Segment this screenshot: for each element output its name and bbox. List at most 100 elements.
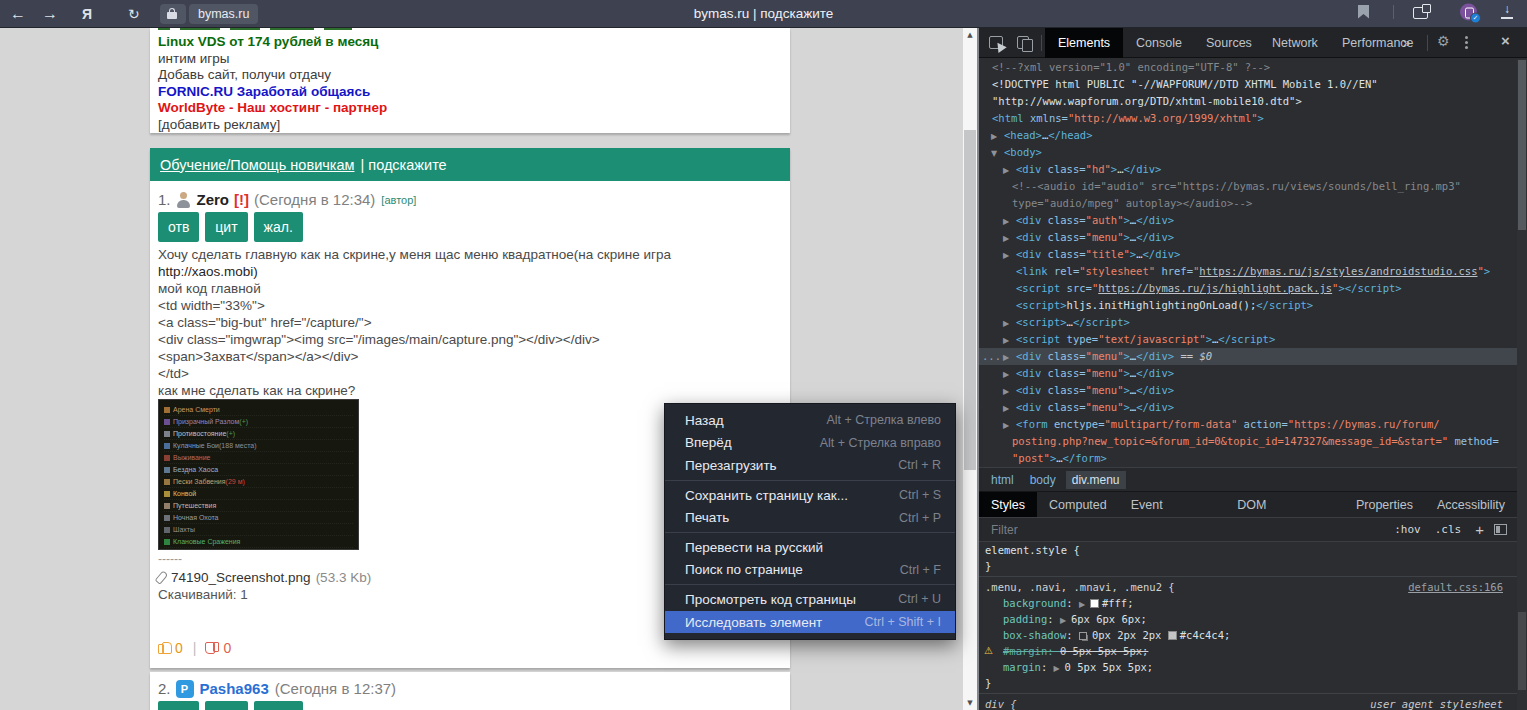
- devtools-menu-icon[interactable]: [1465, 35, 1468, 53]
- post-action-button[interactable]: цит: [205, 701, 247, 710]
- page-scrollbar[interactable]: ▲ ▼: [963, 28, 977, 710]
- style-rule-line[interactable]: div {user agent stylesheet: [979, 696, 1517, 710]
- topic-link[interactable]: Обучение/Помощь новичкам: [160, 157, 355, 173]
- device-toolbar-icon[interactable]: [1017, 35, 1029, 53]
- dom-tree-node[interactable]: <link rel="stylesheet" href="https://bym…: [979, 263, 1517, 280]
- post-action-button[interactable]: жал.: [254, 701, 303, 710]
- dom-tree-node[interactable]: <!--?xml version="1.0" encoding="UTF-8" …: [979, 59, 1517, 76]
- settings-gear-icon[interactable]: ⚙: [1437, 33, 1450, 49]
- post-action-button[interactable]: жал.: [254, 212, 303, 242]
- dom-tree-node[interactable]: "post">…</form>: [979, 450, 1517, 467]
- messenger-icon[interactable]: ✓: [1460, 3, 1477, 24]
- dom-tree-node[interactable]: ▶<div class="menu">…</div>: [979, 229, 1517, 246]
- ad-link[interactable]: Linux VDS от 174 рублей в месяц: [158, 34, 782, 51]
- breadcrumb-item[interactable]: html: [985, 471, 1020, 489]
- download-icon[interactable]: ↓: [1501, 5, 1513, 23]
- style-rule-line[interactable]: }: [979, 675, 1517, 691]
- dom-tree-node[interactable]: ▶<div class="hd">…</div>: [979, 161, 1517, 178]
- thumbs-down-icon[interactable]: [206, 642, 219, 654]
- context-menu-item[interactable]: Поиск по страницеCtrl + F: [665, 559, 955, 582]
- ad-link[interactable]: [добавить рекламу]: [158, 117, 782, 134]
- style-rule-line[interactable]: .menu, .navi, .mnavi, .menu2 {default.cs…: [979, 579, 1517, 595]
- devtools-tab-network[interactable]: Network: [1259, 28, 1331, 58]
- dom-tree-node[interactable]: <script>hljs.initHighlightingOnLoad();</…: [979, 297, 1517, 314]
- panel-tab-dom-breakpoints[interactable]: DOM Breakpoints: [1225, 492, 1344, 518]
- dom-tree-node[interactable]: ▶<div class="auth">…</div>: [979, 212, 1517, 229]
- dom-tree-node[interactable]: ...▶<div class="menu">…</div> == $0: [979, 348, 1517, 365]
- dom-tree-node[interactable]: <script src="https://bymas.ru/js/highlig…: [979, 280, 1517, 297]
- post-author[interactable]: Pasha963: [200, 680, 269, 698]
- context-menu-item[interactable]: Исследовать элементCtrl + Shift + I: [665, 611, 955, 634]
- user-avatar-icon[interactable]: P: [176, 680, 194, 698]
- style-rule-line[interactable]: element.style {: [979, 542, 1517, 558]
- post-author[interactable]: Zero: [197, 191, 230, 209]
- context-menu-item[interactable]: НазадAlt + Стрелка влево: [665, 409, 955, 432]
- context-menu-item[interactable]: ВперёдAlt + Стрелка вправо: [665, 432, 955, 455]
- bookmark-icon[interactable]: [1358, 5, 1369, 23]
- devtools-tab-elements[interactable]: Elements: [1045, 28, 1123, 58]
- style-rule-line[interactable]: ⚠#margin: 0 5px 5px 5px;: [979, 643, 1517, 659]
- breadcrumb-item[interactable]: body: [1024, 471, 1062, 489]
- breadcrumb-item[interactable]: div.menu: [1066, 471, 1126, 489]
- dom-tree-node[interactable]: ▶<div class="menu">…</div>: [979, 399, 1517, 416]
- dom-tree-node[interactable]: <!DOCTYPE html PUBLIC "-//WAPFORUM//DTD …: [979, 76, 1517, 93]
- game-menu-icon: [164, 491, 170, 497]
- hov-toggle[interactable]: :hov: [1394, 523, 1421, 536]
- post-action-button[interactable]: отв: [158, 701, 199, 710]
- context-menu-item[interactable]: Сохранить страницу как...Ctrl + S: [665, 484, 955, 507]
- user-avatar-icon[interactable]: [176, 192, 191, 208]
- devtools-tab-performance[interactable]: Performance: [1329, 28, 1427, 58]
- dom-tree-node[interactable]: ▶<div class="menu">…</div>: [979, 382, 1517, 399]
- dom-tree-node[interactable]: ▶<script type="text/javascript">…</scrip…: [979, 331, 1517, 348]
- context-menu-item[interactable]: Перевести на русский: [665, 536, 955, 559]
- dom-tree-node[interactable]: posting.php?new_topic=&forum_id=0&topic_…: [979, 433, 1517, 450]
- dom-tree-node[interactable]: <html xmlns="http://www.w3.org/1999/xhtm…: [979, 110, 1517, 127]
- collections-icon[interactable]: [1413, 5, 1428, 23]
- dom-tree-node[interactable]: ▶<script>…</script>: [979, 314, 1517, 331]
- context-menu-item[interactable]: ПерезагрузитьCtrl + R: [665, 454, 955, 477]
- scrollbar-thumb[interactable]: [964, 130, 976, 470]
- panel-tab-computed[interactable]: Computed: [1037, 492, 1119, 518]
- ad-link[interactable]: Добавь сайт, получи отдачу: [158, 67, 782, 84]
- inspect-element-icon[interactable]: [989, 35, 1003, 53]
- scroll-down-icon[interactable]: ▼: [963, 696, 977, 710]
- dom-tree-node[interactable]: ▼<body>: [979, 144, 1517, 161]
- ad-link[interactable]: интим игры: [158, 51, 782, 68]
- style-rule-line[interactable]: background: ▶#fff;: [979, 595, 1517, 611]
- scroll-up-icon[interactable]: ▲: [963, 28, 977, 42]
- panel-tab-event-listeners[interactable]: Event Listeners: [1119, 492, 1226, 518]
- dom-tree-node[interactable]: ▶<head>…</head>: [979, 127, 1517, 144]
- post-action-button[interactable]: цит: [205, 212, 247, 242]
- panel-tab-styles[interactable]: Styles: [979, 492, 1037, 518]
- context-menu-item[interactable]: Просмотреть код страницыCtrl + U: [665, 588, 955, 611]
- devtools-scrollbar[interactable]: [1517, 59, 1527, 710]
- style-rule-line[interactable]: margin: ▶0 5px 5px 5px;: [979, 659, 1517, 675]
- style-rule-line[interactable]: }: [979, 558, 1517, 574]
- panel-toggle-icon[interactable]: [1494, 524, 1507, 535]
- attachment-name[interactable]: 74190_Screenshot.png: [171, 569, 311, 586]
- attachment-size: (53.3 Kb): [316, 569, 372, 586]
- ad-link[interactable]: FORNIC.RU Заработай общаясь: [158, 84, 782, 101]
- style-rule-line[interactable]: padding: ▶6px 6px 6px;: [979, 611, 1517, 627]
- devtools-tab-console[interactable]: Console: [1123, 28, 1195, 58]
- new-style-rule-icon[interactable]: +: [1475, 521, 1484, 538]
- style-rule-line[interactable]: box-shadow: 0px 2px 2px #c4c4c4;: [979, 627, 1517, 643]
- attached-screenshot[interactable]: Арена СмертиПризрачный Разлом (+)Противо…: [158, 399, 359, 550]
- dom-tree-node[interactable]: ▶<div class="title">…</div>: [979, 246, 1517, 263]
- dom-tree-node[interactable]: ▶<div class="menu">…</div>: [979, 365, 1517, 382]
- devtools-tab-sources[interactable]: Sources: [1193, 28, 1265, 58]
- dom-tree-node[interactable]: <!--<audio id="audio" src="https://bymas…: [979, 178, 1517, 195]
- ad-link[interactable]: WorldByte - Наш хостинг - партнер: [158, 100, 782, 117]
- devtools-close-icon[interactable]: ×: [1501, 32, 1510, 49]
- dom-tree-node[interactable]: "http://www.wapforum.org/DTD/xhtml-mobil…: [979, 93, 1517, 110]
- post-action-button[interactable]: отв: [158, 212, 199, 242]
- dom-tree-node[interactable]: type="audio/mpeg" autoplay></audio>-->: [979, 195, 1517, 212]
- filter-input[interactable]: Filter: [979, 523, 1018, 537]
- more-tabs-icon[interactable]: »: [1403, 28, 1410, 58]
- panel-tab-properties[interactable]: Properties: [1344, 492, 1425, 518]
- context-menu-item[interactable]: ПечатьCtrl + P: [665, 506, 955, 529]
- panel-tab-accessibility[interactable]: Accessibility: [1425, 492, 1517, 518]
- cls-toggle[interactable]: .cls: [1435, 523, 1462, 536]
- thumbs-up-icon[interactable]: [158, 642, 171, 654]
- dom-tree-node[interactable]: ▶<form enctype="multipart/form-data" act…: [979, 416, 1517, 433]
